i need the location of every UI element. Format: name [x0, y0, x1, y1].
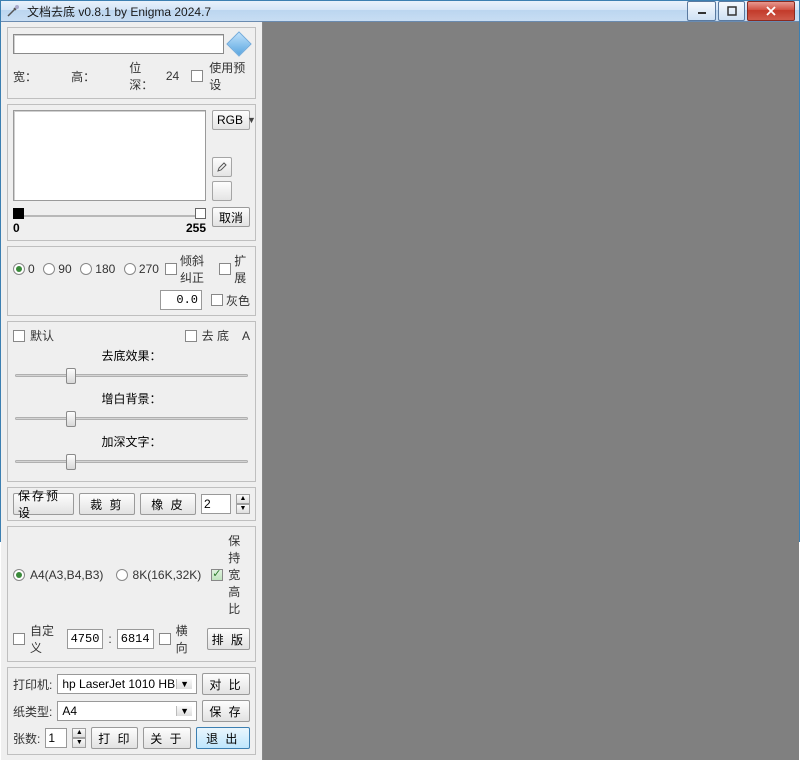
printer-label: 打印机:: [13, 676, 52, 693]
chevron-down-icon: ▼: [247, 115, 256, 125]
darken-text-slider[interactable]: [15, 452, 248, 470]
colorspace-dropdown[interactable]: RGB▼: [212, 110, 250, 130]
open-file-button[interactable]: [228, 33, 250, 55]
window-title: 文档去底 v0.8.1 by Enigma 2024.7: [27, 3, 685, 20]
landscape-checkbox[interactable]: [159, 633, 171, 645]
maximize-button[interactable]: [718, 1, 745, 21]
app-window: 文档去底 v0.8.1 by Enigma 2024.7 宽： 高： 位深： 2: [0, 0, 800, 542]
save-button[interactable]: 保 存: [202, 700, 250, 722]
edit-button[interactable]: [212, 157, 232, 177]
eraser-button[interactable]: 橡 皮: [140, 493, 196, 515]
rotate-0-radio[interactable]: [13, 263, 25, 275]
rotate-270-radio[interactable]: [124, 263, 136, 275]
rotate-90-radio[interactable]: [43, 263, 55, 275]
width-label: 宽：: [13, 68, 37, 85]
remove-bg-checkbox[interactable]: [185, 330, 197, 342]
minimize-button[interactable]: [687, 1, 716, 21]
about-button[interactable]: 关 于: [143, 727, 190, 749]
paper-type-select[interactable]: A4▼: [57, 701, 197, 721]
contrast-button[interactable]: 对 比: [202, 673, 250, 695]
exit-button[interactable]: 退 出: [196, 727, 251, 749]
layout-button[interactable]: 排 版: [207, 628, 250, 650]
custom-size-checkbox[interactable]: [13, 633, 25, 645]
app-icon: [5, 3, 21, 19]
slider1-label: 去底效果：: [13, 347, 250, 364]
histogram-slider[interactable]: [13, 207, 206, 221]
skew-checkbox[interactable]: [165, 263, 177, 275]
main-canvas: [263, 22, 799, 760]
keep-ratio-checkbox[interactable]: [211, 569, 223, 581]
paper-type-label: 纸类型:: [13, 703, 52, 720]
copies-input[interactable]: 1: [45, 728, 67, 748]
hist-min: 0: [13, 221, 20, 235]
colorspace-value: RGB: [217, 113, 243, 127]
file-group: 宽： 高： 位深： 24 使用预设: [7, 27, 256, 99]
copies-label: 张数:: [13, 730, 40, 747]
remove-bg-slider[interactable]: [15, 366, 248, 384]
sidebar: 宽： 高： 位深： 24 使用预设 RGB▼: [1, 22, 263, 760]
effect-group: 默认 去 底 A 去底效果： 增白背景： 加深文字：: [7, 321, 256, 482]
skew-value-input[interactable]: 0.0: [160, 290, 202, 310]
whiten-bg-slider[interactable]: [15, 409, 248, 427]
slider2-label: 增白背景：: [13, 390, 250, 407]
depth-label: 位深：: [129, 59, 160, 93]
save-preset-button[interactable]: 保存预设: [13, 493, 74, 515]
hist-max: 255: [186, 221, 206, 235]
use-preset-checkbox[interactable]: [191, 70, 203, 82]
printer-select[interactable]: hp LaserJet 1010 HB▼: [57, 674, 197, 694]
close-button[interactable]: [747, 1, 795, 21]
paper-group: A4(A3,B4,B3) 8K(16K,32K) 保持宽高比 自定义 4750 …: [7, 526, 256, 662]
chevron-down-icon: ▼: [176, 679, 192, 689]
gray-checkbox[interactable]: [211, 294, 223, 306]
rotate-group: 0 90 180 270 倾斜纠正 扩展 0.0 灰色: [7, 246, 256, 316]
crop-button[interactable]: 裁 剪: [79, 493, 135, 515]
titlebar: 文档去底 v0.8.1 by Enigma 2024.7: [1, 1, 799, 22]
preview-canvas: [13, 110, 206, 201]
use-preset-label: 使用预设: [209, 59, 250, 93]
preset-buttons-group: 保存预设 裁 剪 橡 皮 2 ▲▼: [7, 487, 256, 521]
cancel-button[interactable]: 取消: [212, 207, 250, 227]
chevron-down-icon: ▼: [176, 706, 192, 716]
default-checkbox[interactable]: [13, 330, 25, 342]
custom-height-input[interactable]: 6814: [117, 629, 154, 649]
file-path-input[interactable]: [13, 34, 224, 54]
blank-button[interactable]: [212, 181, 232, 201]
paper-8k-radio[interactable]: [116, 569, 128, 581]
preview-group: RGB▼ 0255 取消: [7, 104, 256, 241]
depth-value: 24: [166, 69, 179, 83]
white-point-thumb[interactable]: [195, 208, 206, 219]
black-point-thumb[interactable]: [13, 208, 24, 219]
preset-count-input[interactable]: 2: [201, 494, 231, 514]
print-button[interactable]: 打 印: [91, 727, 138, 749]
paper-a4-radio[interactable]: [13, 569, 25, 581]
custom-width-input[interactable]: 4750: [67, 629, 104, 649]
height-label: 高：: [71, 68, 95, 85]
copies-spinner[interactable]: ▲▼: [72, 728, 86, 748]
print-group: 打印机: hp LaserJet 1010 HB▼ 对 比 纸类型: A4▼ 保…: [7, 667, 256, 755]
slider3-label: 加深文字：: [13, 433, 250, 450]
extend-checkbox[interactable]: [219, 263, 231, 275]
rotate-180-radio[interactable]: [80, 263, 92, 275]
diamond-icon: [226, 31, 251, 56]
preset-count-spinner[interactable]: ▲▼: [236, 494, 250, 514]
